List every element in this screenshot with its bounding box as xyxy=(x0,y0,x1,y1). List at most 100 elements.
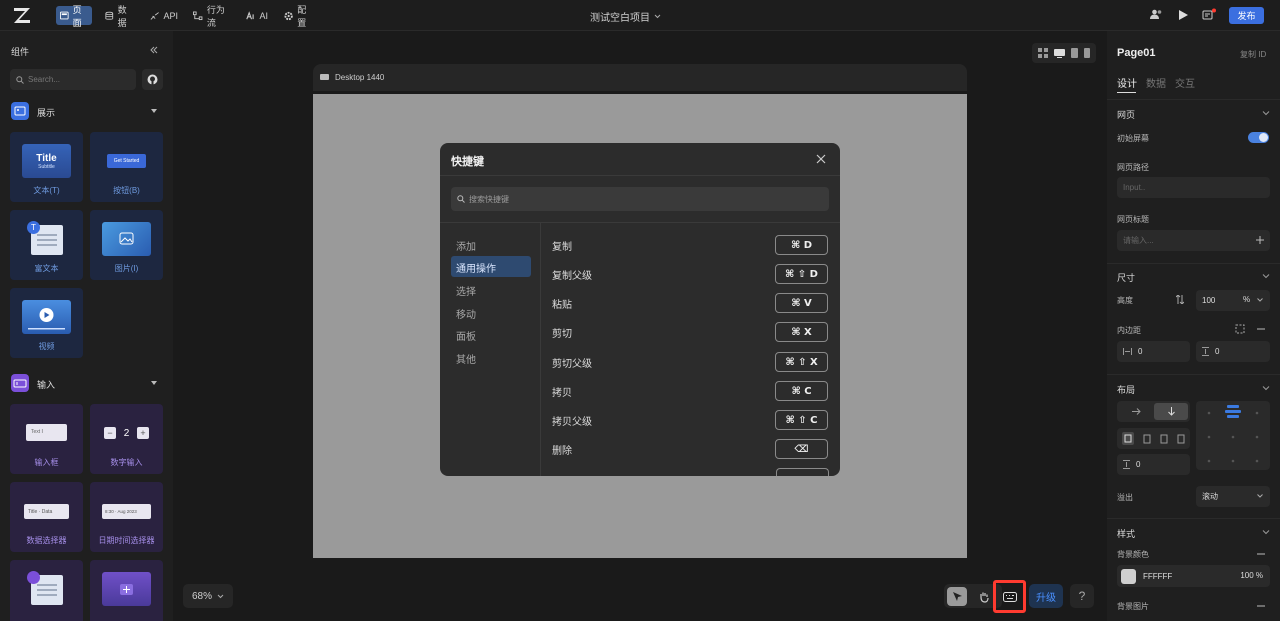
input-section-header[interactable]: 输入 xyxy=(10,373,163,393)
divider xyxy=(1107,518,1280,519)
category-panel[interactable]: 面板 xyxy=(451,324,531,345)
nav-flow[interactable]: 行为流 xyxy=(189,5,235,28)
alignment-grid[interactable] xyxy=(1196,401,1270,470)
height-unit[interactable]: % xyxy=(1243,295,1250,304)
nav-ai[interactable]: AI xyxy=(242,6,272,25)
padding-mode-icon[interactable] xyxy=(1235,324,1245,334)
notification-icon[interactable] xyxy=(1202,8,1216,22)
component-label: 按钮(B) xyxy=(113,186,140,195)
component-number[interactable]: − 2 + 数字输入 xyxy=(90,404,163,474)
select-tool-button[interactable] xyxy=(947,587,967,606)
section-label: 输入 xyxy=(37,380,56,390)
resize-icon[interactable] xyxy=(1176,295,1184,304)
shortcut-search-input[interactable]: 搜索快捷键 xyxy=(451,187,829,211)
display-section-header[interactable]: 展示 xyxy=(10,101,163,121)
components-panel: 组件 Search... 展示 Title Subtitle 文本(T) Get… xyxy=(0,31,173,621)
direction-column-button[interactable] xyxy=(1154,403,1188,420)
height-input[interactable]: 100 % xyxy=(1196,290,1270,311)
mobile-icon[interactable] xyxy=(1084,48,1090,58)
upgrade-button[interactable]: 升级 xyxy=(1029,584,1063,608)
overflow-select[interactable]: 滚动 xyxy=(1196,486,1270,507)
page-title-input[interactable]: 请输入... xyxy=(1117,230,1270,251)
shortcut-name: 剪切父级 xyxy=(552,359,592,370)
tab-design[interactable]: 设计 xyxy=(1117,75,1137,90)
bg-opacity-value[interactable]: 100 % xyxy=(1240,571,1263,580)
play-icon[interactable] xyxy=(1178,9,1189,21)
tab-interaction[interactable]: 交互 xyxy=(1175,75,1195,90)
grid-view-icon[interactable] xyxy=(1038,48,1048,58)
nav-page[interactable]: 页面 xyxy=(56,5,92,28)
minus-icon[interactable] xyxy=(1257,553,1265,555)
tablet-icon[interactable] xyxy=(1071,48,1078,58)
github-icon[interactable] xyxy=(142,69,163,90)
search-placeholder: 搜索快捷键 xyxy=(469,194,509,204)
search-icon xyxy=(457,195,465,203)
component-video[interactable]: 视频 xyxy=(10,288,83,358)
category-other[interactable]: 其他 xyxy=(451,347,531,368)
bg-color-input[interactable]: FFFFFF 100 % xyxy=(1117,565,1270,587)
align-stretch-icon[interactable] xyxy=(1177,434,1185,444)
path-input[interactable]: Input.. xyxy=(1117,177,1270,198)
component-upload[interactable] xyxy=(90,560,163,621)
caret-down-icon xyxy=(151,381,157,385)
copy-id-button[interactable]: 复制 ID xyxy=(1240,49,1266,60)
component-input[interactable]: Text I 输入框 xyxy=(10,404,83,474)
collapse-icon[interactable] xyxy=(150,46,158,54)
nav-label: API xyxy=(163,10,178,21)
chevron-down-icon xyxy=(654,14,661,19)
shortcut-keys: ⌘ C xyxy=(775,381,828,401)
shortcut-keys: ⌘ D xyxy=(775,235,828,255)
plus-icon[interactable] xyxy=(1256,236,1264,244)
category-move[interactable]: 移动 xyxy=(451,302,531,323)
project-title[interactable]: 测试空白项目 xyxy=(590,9,690,24)
device-frame-header: Desktop 1440 xyxy=(313,64,967,91)
page-title-label: 网页标题 xyxy=(1117,215,1149,224)
padding-vertical-input[interactable]: 0 xyxy=(1196,341,1270,362)
category-select[interactable]: 选择 xyxy=(451,279,531,300)
hand-tool-button[interactable] xyxy=(974,587,994,606)
align-bottom-icon[interactable] xyxy=(1160,434,1168,444)
padding-horizontal-input[interactable]: 0 xyxy=(1117,341,1190,362)
component-datetime[interactable]: 8:30 · Aug 2023 日期时间选择器 xyxy=(90,482,163,552)
panel-title: 组件 xyxy=(11,47,30,57)
component-select[interactable]: Title · Data 数据选择器 xyxy=(10,482,83,552)
minus-icon[interactable] xyxy=(1257,328,1265,330)
thumb-stepper-value: 2 xyxy=(123,427,130,439)
desktop-icon[interactable] xyxy=(1054,48,1065,58)
nav-data[interactable]: 数据 xyxy=(101,5,137,28)
users-icon[interactable] xyxy=(1150,9,1163,20)
chevron-down-icon[interactable] xyxy=(1262,272,1270,280)
chevron-down-icon[interactable] xyxy=(1262,384,1270,392)
shortcut-keys: ⌫ xyxy=(775,439,828,459)
direction-row-button[interactable] xyxy=(1119,403,1153,420)
component-richtext[interactable]: T 富文本 xyxy=(10,210,83,280)
keyboard-shortcuts-button[interactable] xyxy=(993,580,1026,613)
initial-screen-toggle[interactable] xyxy=(1248,132,1269,143)
component-textarea[interactable] xyxy=(10,560,83,621)
close-icon[interactable] xyxy=(816,154,826,164)
nav-api[interactable]: API xyxy=(146,6,182,25)
component-button[interactable]: Get Started 按钮(B) xyxy=(90,132,163,202)
color-swatch[interactable] xyxy=(1121,568,1136,584)
chevron-down-icon xyxy=(217,594,224,598)
tab-data[interactable]: 数据 xyxy=(1146,75,1166,90)
zoom-control[interactable]: 68% xyxy=(183,584,233,608)
align-top-icon[interactable] xyxy=(1121,432,1134,445)
nav-config[interactable]: 配置 xyxy=(280,5,318,28)
chevron-down-icon[interactable] xyxy=(1262,109,1270,117)
component-text[interactable]: Title Subtitle 文本(T) xyxy=(10,132,83,202)
logo-icon[interactable] xyxy=(13,7,31,24)
gap-input[interactable]: 0 xyxy=(1117,454,1190,475)
chevron-down-icon[interactable] xyxy=(1262,528,1270,536)
publish-button[interactable]: 发布 xyxy=(1229,7,1264,24)
minus-icon[interactable] xyxy=(1257,605,1265,607)
category-general[interactable]: 通用操作 xyxy=(451,256,531,277)
api-icon xyxy=(150,11,159,20)
help-button[interactable]: ? xyxy=(1070,584,1094,608)
component-search-input[interactable]: Search... xyxy=(10,69,136,90)
category-add[interactable]: 添加 xyxy=(451,234,531,255)
component-image[interactable]: 图片(I) xyxy=(90,210,163,280)
project-title-text: 测试空白项目 xyxy=(590,13,650,24)
align-middle-icon[interactable] xyxy=(1143,434,1151,444)
thumb-input-text: Text xyxy=(31,429,41,435)
